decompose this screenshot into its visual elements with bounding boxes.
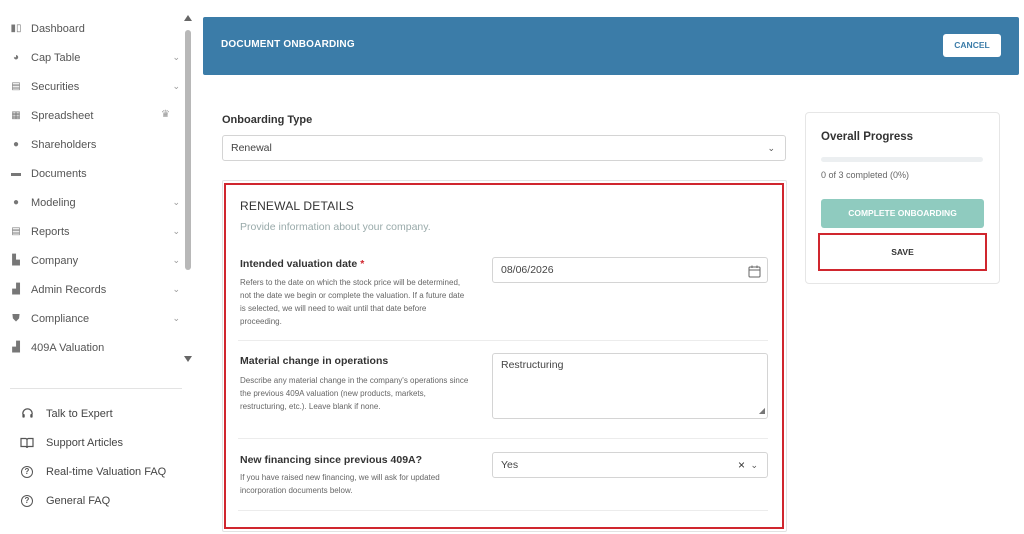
resize-handle-icon[interactable]: ◢	[759, 404, 765, 417]
sidebar-item-label: 409A Valuation	[31, 341, 105, 354]
chevron-down-icon: ⌄	[172, 81, 180, 91]
material-change-textarea[interactable]: Restructuring ◢	[492, 353, 768, 419]
new-financing-help: If you have raised new financing, we wil…	[240, 473, 440, 495]
sidebar-nav: ▮▯ Dashboard ◕ Cap Table ⌄ ▤ Securities …	[0, 14, 182, 362]
chevron-down-icon[interactable]: ⌄	[750, 453, 758, 477]
sidebar-item-label: Cap Table	[31, 51, 81, 64]
chevron-down-icon: ⌄	[172, 284, 180, 294]
sidebar-divider	[10, 388, 182, 389]
records-icon: ▟	[12, 284, 20, 295]
sidebar-item-label: Modeling	[31, 196, 76, 209]
folder-icon: ▬	[11, 168, 21, 179]
dashboard-icon: ▮▯	[10, 23, 22, 34]
pie-chart-icon: ◕	[12, 52, 20, 63]
valuation-date-help: Refers to the date on which the stock pr…	[240, 278, 465, 326]
sidebar-item-company[interactable]: ▙ Company ⌄	[0, 246, 182, 275]
section-title: RENEWAL DETAILS	[240, 199, 354, 213]
help-item-general-faq[interactable]: ? General FAQ	[20, 486, 166, 515]
help-item-label: Talk to Expert	[46, 407, 113, 420]
onboarding-type-label: Onboarding Type	[222, 114, 313, 126]
row-divider	[238, 510, 768, 511]
user-icon: ●	[12, 139, 20, 150]
help-item-label: Real-time Valuation FAQ	[46, 465, 167, 478]
valuation-date-value: 08/06/2026	[501, 264, 554, 276]
sidebar-item-label: Documents	[31, 167, 87, 180]
headset-icon	[20, 407, 34, 421]
valuation-date-label: Intended valuation date *	[240, 258, 364, 270]
chevron-down-icon: ⌄	[767, 143, 775, 153]
crown-icon: ♛	[161, 109, 170, 120]
help-item-label: General FAQ	[46, 494, 111, 507]
page-title: DOCUMENT ONBOARDING	[221, 39, 355, 50]
clear-icon[interactable]: ×	[738, 453, 745, 477]
sidebar-item-label: Dashboard	[31, 22, 85, 35]
help-links: Talk to Expert Support Articles ? Real-t…	[20, 399, 166, 515]
building-icon: ▙	[12, 255, 20, 266]
book-icon	[20, 436, 34, 450]
sidebar-item-admin-records[interactable]: ▟ Admin Records ⌄	[0, 275, 182, 304]
question-circle-icon: ?	[20, 494, 34, 508]
valuation-date-input[interactable]: 08/06/2026	[492, 257, 768, 283]
section-subtitle: Provide information about your company.	[240, 221, 431, 233]
sidebar-item-label: Company	[31, 254, 79, 267]
new-financing-value: Yes	[501, 459, 519, 471]
lightbulb-icon: ●	[12, 197, 20, 208]
shield-icon: ⛊	[12, 313, 20, 324]
sidebar-item-label: Reports	[31, 225, 70, 238]
progress-bar	[821, 157, 983, 162]
sidebar: ▮▯ Dashboard ◕ Cap Table ⌄ ▤ Securities …	[0, 0, 195, 534]
report-icon: ▤	[11, 226, 21, 237]
sidebar-item-reports[interactable]: ▤ Reports ⌄	[0, 217, 182, 246]
onboarding-type-select[interactable]: Renewal ⌄	[222, 135, 786, 161]
help-item-support-articles[interactable]: Support Articles	[20, 428, 166, 457]
sidebar-item-documents[interactable]: ▬ Documents	[0, 159, 182, 188]
help-item-talk-to-expert[interactable]: Talk to Expert	[20, 399, 166, 428]
clipboard-icon: ▤	[11, 81, 21, 92]
material-change-help: Describe any material change in the comp…	[240, 376, 469, 411]
sidebar-item-shareholders[interactable]: ● Shareholders	[0, 130, 182, 159]
progress-title: Overall Progress	[821, 131, 914, 143]
progress-text: 0 of 3 completed (0%)	[821, 170, 910, 180]
sidebar-item-modeling[interactable]: ● Modeling ⌄	[0, 188, 182, 217]
sidebar-item-label: Spreadsheet	[31, 109, 94, 122]
sidebar-item-409a-valuation[interactable]: ▟ 409A Valuation	[0, 333, 182, 362]
chart-icon: ▟	[12, 342, 20, 353]
sidebar-item-label: Shareholders	[31, 138, 97, 151]
question-circle-icon: ?	[20, 465, 34, 479]
table-icon: ▦	[11, 110, 21, 121]
material-change-label: Material change in operations	[240, 355, 389, 367]
onboarding-type-value: Renewal	[231, 142, 272, 154]
help-item-label: Support Articles	[46, 436, 124, 449]
sidebar-item-dashboard[interactable]: ▮▯ Dashboard	[0, 14, 182, 43]
sidebar-item-label: Admin Records	[31, 283, 107, 296]
new-financing-select[interactable]: Yes × ⌄	[492, 452, 768, 478]
chevron-down-icon: ⌄	[172, 197, 180, 207]
sidebar-item-label: Compliance	[31, 312, 90, 325]
sidebar-item-compliance[interactable]: ⛊ Compliance ⌄	[0, 304, 182, 333]
chevron-down-icon: ⌄	[172, 255, 180, 265]
sidebar-item-cap-table[interactable]: ◕ Cap Table ⌄	[0, 43, 182, 72]
required-mark: *	[360, 258, 365, 270]
save-button[interactable]: SAVE	[818, 233, 987, 271]
cancel-button[interactable]: CANCEL	[943, 34, 1001, 57]
new-financing-label: New financing since previous 409A?	[240, 454, 423, 466]
row-divider	[238, 340, 768, 341]
calendar-icon[interactable]	[748, 263, 761, 287]
help-item-realtime-valuation-faq[interactable]: ? Real-time Valuation FAQ	[20, 457, 166, 486]
sidebar-item-spreadsheet[interactable]: ▦ Spreadsheet ♛	[0, 101, 182, 130]
scroll-up-arrow[interactable]	[184, 15, 192, 21]
material-change-value: Restructuring	[501, 359, 564, 371]
row-divider	[238, 438, 768, 439]
valuation-date-label-text: Intended valuation date	[240, 258, 358, 270]
chevron-down-icon: ⌄	[172, 226, 180, 236]
sidebar-scrollbar-thumb[interactable]	[185, 30, 191, 270]
sidebar-item-securities[interactable]: ▤ Securities ⌄	[0, 72, 182, 101]
sidebar-item-label: Securities	[31, 80, 80, 93]
chevron-down-icon: ⌄	[172, 52, 180, 62]
chevron-down-icon: ⌄	[172, 313, 180, 323]
page-header: DOCUMENT ONBOARDING CANCEL	[203, 17, 1019, 75]
complete-onboarding-button[interactable]: COMPLETE ONBOARDING	[821, 199, 984, 228]
scroll-down-arrow[interactable]	[184, 356, 192, 362]
